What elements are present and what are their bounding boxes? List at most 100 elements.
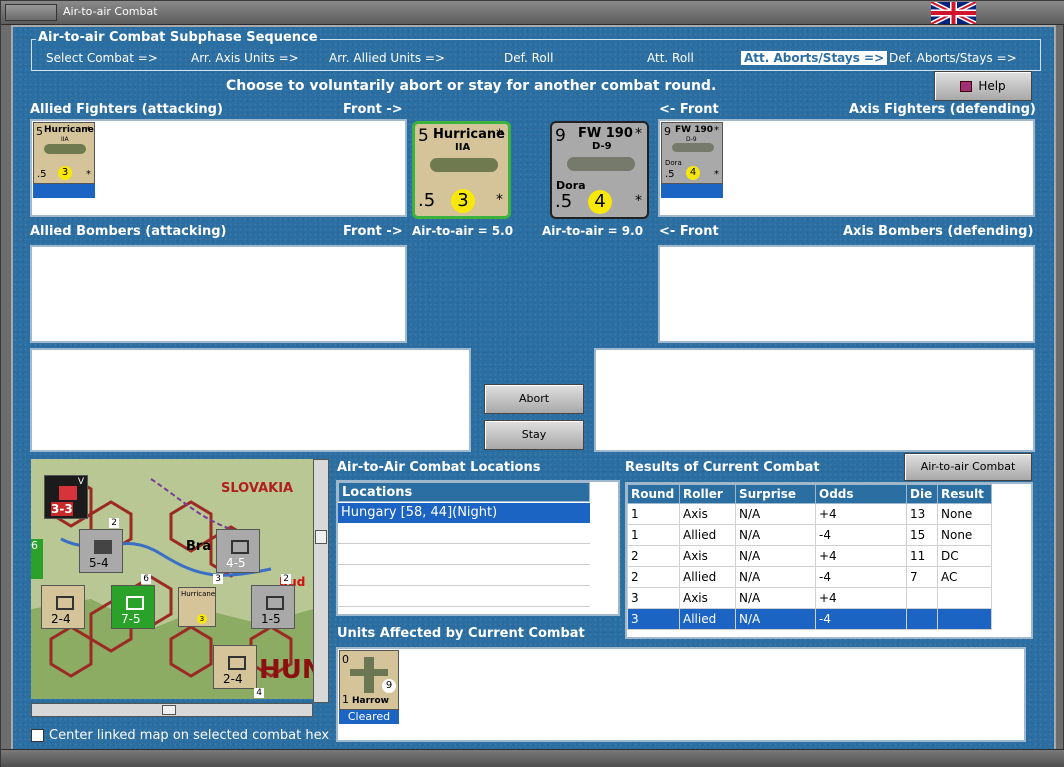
results-header-die[interactable]: Die [906,484,938,504]
results-header-surprise[interactable]: Surprise [735,484,816,504]
mini-map[interactable]: SLOVAKIA Bra Bud HUN 3-3 V 5-4 2 4-5 2-4 [31,459,313,699]
affected-units-box[interactable]: 0 9 1 Harrow Cleared [336,647,1026,742]
map-counter-axis-1[interactable]: 5-4 2 [79,518,123,573]
results-table-box: Round Roller Surprise Odds Die Result 1 Axis N/… [625,482,1033,639]
help-button[interactable]: Help [934,71,1032,101]
results-cell-roller: Axis [679,503,736,525]
uk-flag-icon [931,2,976,24]
system-menu-button[interactable] [5,4,57,21]
location-row-hungary[interactable]: Hungary [58, 44](Night) [338,503,590,523]
results-header-result[interactable]: Result [937,484,992,504]
affected-title: Units Affected by Current Combat [337,626,585,641]
results-cell-die: 13 [906,503,938,525]
hq-flag-icon [59,486,77,500]
results-row[interactable]: 2 Axis N/A +4 11 DC [627,545,992,567]
allied-fighter-counter[interactable]: 5 Hurricane * IIA .5 3 * [33,122,95,184]
results-cell-result: None [937,524,992,546]
front-right-label-2: Front -> [343,224,403,239]
results-cell-roller: Allied [679,608,736,630]
axis-fighter-counter[interactable]: 9 FW 190 * D-9 Dora .5 4 * [661,122,723,184]
allied-fighters-box[interactable]: 5 Hurricane * IIA .5 3 * [30,119,407,217]
front-left-label-2: <- Front [659,224,719,239]
map-vertical-scrollbar[interactable] [313,459,329,703]
results-cell-round: 3 [627,587,680,609]
results-cell-surprise: N/A [735,566,816,588]
results-cell-die: 11 [906,545,938,567]
harrow-counter[interactable]: 0 9 1 Harrow [339,650,399,710]
results-row[interactable]: 3 Allied N/A -4 [627,608,992,630]
allied-fighters-label: Allied Fighters (attacking) [30,102,223,117]
front-right-label: Front -> [343,102,403,117]
results-title: Results of Current Combat [625,460,820,475]
results-row[interactable]: 3 Axis N/A +4 [627,587,992,609]
map-counter-hq[interactable]: 3-3 V [44,475,88,519]
results-header-roller[interactable]: Roller [679,484,736,504]
locations-list[interactable]: Locations Hungary [58, 44](Night) [336,480,620,616]
axis-bombers-box[interactable] [658,245,1035,343]
infantry-x-icon-2 [266,596,284,610]
abort-button[interactable]: Abort [484,384,584,414]
map-counter-edge[interactable]: 6 [31,539,43,579]
infantry-x-icon [56,596,74,610]
map-counter-allied-green[interactable]: 7-5 6 [111,574,155,629]
results-cell-result [937,587,992,609]
map-vscroll-thumb[interactable] [315,530,327,544]
results-header-round[interactable]: Round [627,484,680,504]
locations-title: Air-to-Air Combat Locations [337,460,541,475]
results-cell-odds: -4 [815,566,907,588]
center-map-checkbox[interactable] [31,729,44,742]
map-counter-axis-3[interactable]: 1-5 2 [251,574,295,629]
map-counter-hurricane[interactable]: Hurricane 3 3 [178,574,223,627]
sequence-title: Air-to-air Combat Subphase Sequence [36,30,320,45]
results-cell-round: 1 [627,524,680,546]
results-cell-round: 2 [627,566,680,588]
map-counter-allied-2[interactable]: 2-4 4 [213,645,264,698]
map-label-hungary: HUN [259,655,313,685]
results-cell-die: 7 [906,566,938,588]
results-cell-die: 15 [906,524,938,546]
results-cell-die [906,587,938,609]
axis-fighters-box[interactable]: 9 FW 190 * D-9 Dora .5 4 * [658,119,1035,217]
results-cell-die [906,608,938,630]
results-row[interactable]: 2 Allied N/A -4 7 AC [627,566,992,588]
front-left-label: <- Front [659,102,719,117]
results-cell-round: 2 [627,545,680,567]
locations-empty-rows [338,523,590,607]
infantry-symbol-icon [94,540,112,554]
results-cell-odds: -4 [815,524,907,546]
axis-fighters-label: Axis Fighters (defending) [849,102,1036,117]
map-horizontal-scrollbar[interactable] [31,703,313,717]
results-cell-surprise: N/A [735,503,816,525]
results-cell-odds: -4 [815,608,907,630]
harrow-status: Cleared [339,710,399,724]
map-hscroll-thumb[interactable] [162,705,176,715]
armor-symbol-icon [231,540,249,554]
allied-info-box [30,348,471,452]
allied-bombers-box[interactable] [30,245,407,343]
results-cell-round: 1 [627,503,680,525]
results-body: 1 Axis N/A +4 13 None 1 Allied N/A -4 15 None 2 Axis N… [627,503,992,630]
results-table: Round Roller Surprise Odds Die Result 1 Axis N/… [627,484,992,630]
results-cell-result: DC [937,545,992,567]
results-cell-odds: +4 [815,503,907,525]
main-panel: Air-to-air Combat Subphase Sequence Sele… [11,25,1056,759]
fw190-plane-icon-large [567,157,635,171]
allied-a2a-value: Air-to-air = 5.0 [412,224,514,238]
stay-button[interactable]: Stay [484,420,584,450]
locations-header: Locations [338,482,590,502]
step-arr-axis: Arr. Axis Units => [191,51,299,65]
results-row[interactable]: 1 Allied N/A -4 15 None [627,524,992,546]
results-cell-roller: Allied [679,566,736,588]
map-label-slovakia: SLOVAKIA [221,481,294,496]
air-to-air-chart-button[interactable]: Air-to-air Combat Chart [904,453,1032,499]
allied-fighter-select-bar [33,184,95,198]
title-bar: Air-to-air Combat [1,1,1064,25]
axis-bombers-label: Axis Bombers (defending) [843,224,1034,239]
map-counter-allied-1[interactable]: 2-4 [41,585,85,629]
axis-a2a-value: Air-to-air = 9.0 [542,224,644,238]
map-counter-axis-2[interactable]: 4-5 [216,529,260,573]
results-cell-roller: Allied [679,524,736,546]
results-row[interactable]: 1 Axis N/A +4 13 None [627,503,992,525]
results-header-odds[interactable]: Odds [815,484,907,504]
infantry-x-icon-3 [228,656,246,670]
